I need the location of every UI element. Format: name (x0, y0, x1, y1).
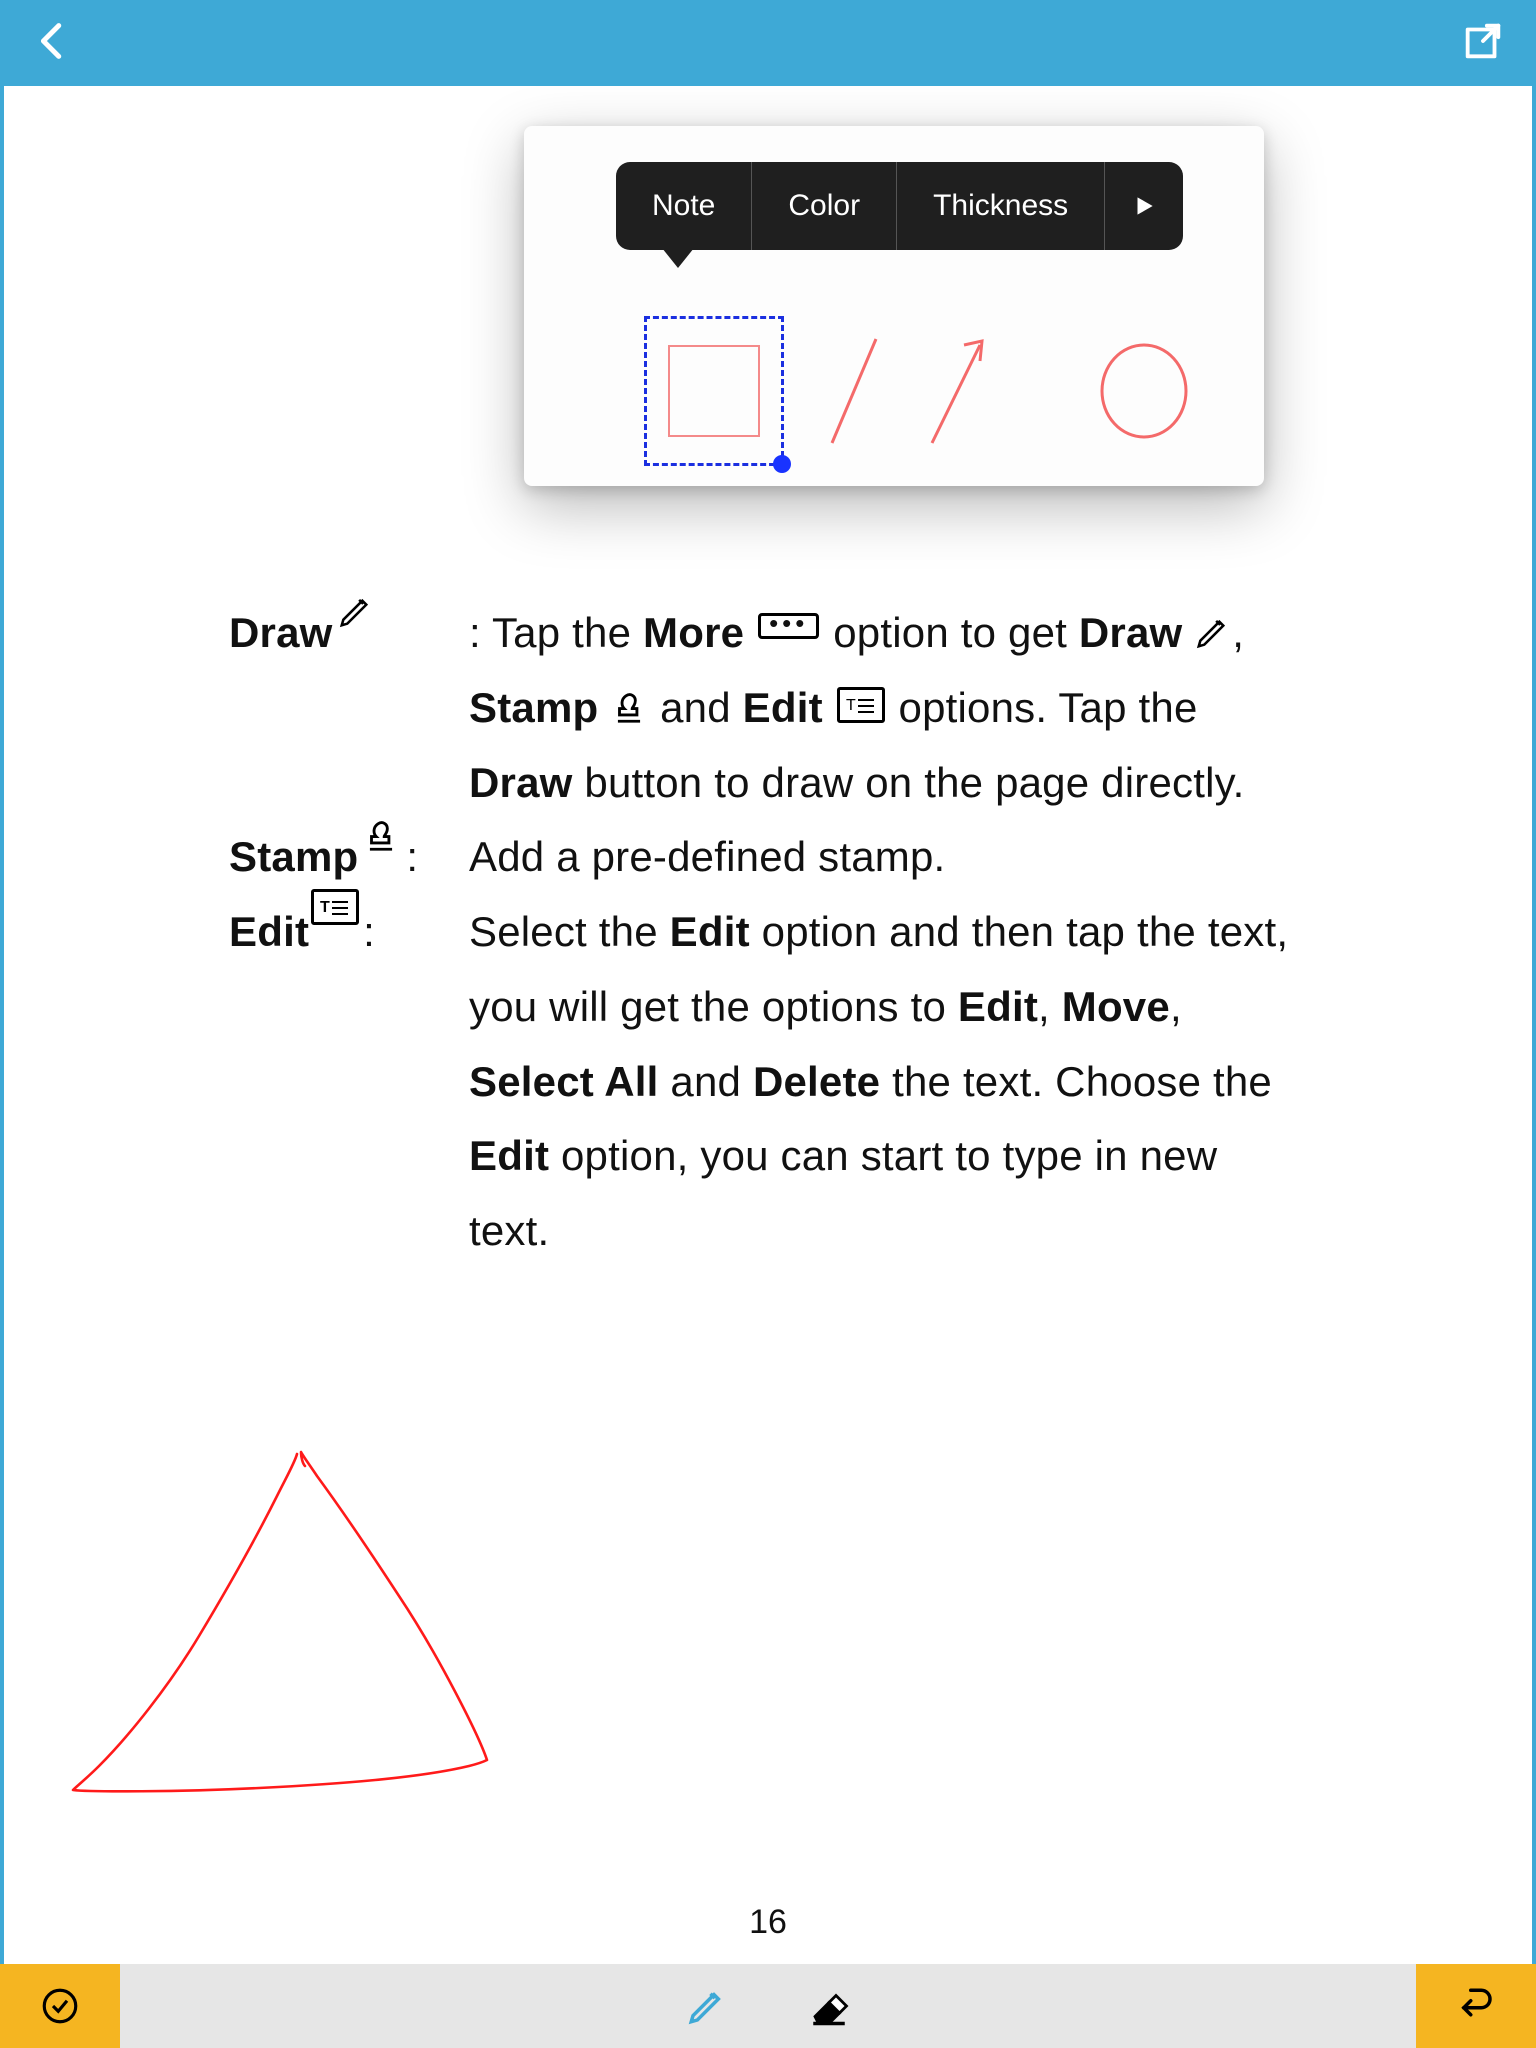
text-edit-icon: T (837, 687, 885, 723)
ellipse-shape-icon (1094, 341, 1194, 441)
selected-rectangle-shape[interactable] (644, 316, 784, 466)
top-toolbar (0, 0, 1536, 86)
freehand-triangle-drawing (59, 1436, 519, 1806)
draw-label: Draw (229, 596, 469, 820)
more-icon: ••• (758, 613, 819, 639)
stamp-body: Add a pre-defined stamp. (469, 820, 1309, 895)
edit-label: Edit T : (229, 895, 469, 1269)
selection-handle-icon[interactable] (773, 455, 791, 473)
arrow-shape-icon (924, 331, 994, 451)
confirm-button[interactable] (0, 1964, 120, 2048)
bottom-toolbar (0, 1964, 1536, 2048)
rectangle-icon (668, 345, 760, 437)
annotation-popover: Note Color Thickness (524, 126, 1264, 486)
line-shape-icon (824, 331, 884, 451)
back-button[interactable] (30, 18, 76, 69)
page-number: 16 (4, 1903, 1532, 1942)
svg-text:T: T (320, 899, 330, 916)
popover-toolbar: Note Color Thickness (616, 162, 1183, 250)
eraser-tool-button[interactable] (808, 1985, 850, 2027)
shape-samples (644, 316, 1194, 466)
pencil-icon (337, 592, 375, 630)
popover-arrow-icon (662, 248, 694, 268)
undo-button[interactable] (1416, 1964, 1536, 2048)
popover-tab-label: Thickness (933, 189, 1068, 223)
popover-tab-color[interactable]: Color (752, 162, 897, 250)
popover-tab-note[interactable]: Note (616, 162, 752, 250)
popover-next-button[interactable] (1105, 162, 1183, 250)
share-button[interactable] (1460, 18, 1506, 69)
stamp-icon (362, 816, 400, 854)
stamp-label: Stamp : (229, 820, 469, 895)
stamp-icon (610, 688, 648, 726)
svg-text:T: T (846, 697, 856, 714)
draw-body: : Tap the More ••• option to get Draw , … (469, 596, 1309, 820)
document-text: Draw : Tap the More ••• option to get Dr… (229, 596, 1309, 1269)
popover-tab-thickness[interactable]: Thickness (897, 162, 1105, 250)
text-edit-icon: T (311, 889, 359, 925)
pencil-tool-button[interactable] (686, 1985, 728, 2027)
edit-body: Select the Edit option and then tap the … (469, 895, 1309, 1269)
popover-tab-label: Color (788, 189, 860, 223)
pencil-icon (1194, 613, 1232, 651)
popover-tab-label: Note (652, 189, 715, 223)
document-page[interactable]: Note Color Thickness (4, 86, 1532, 1964)
